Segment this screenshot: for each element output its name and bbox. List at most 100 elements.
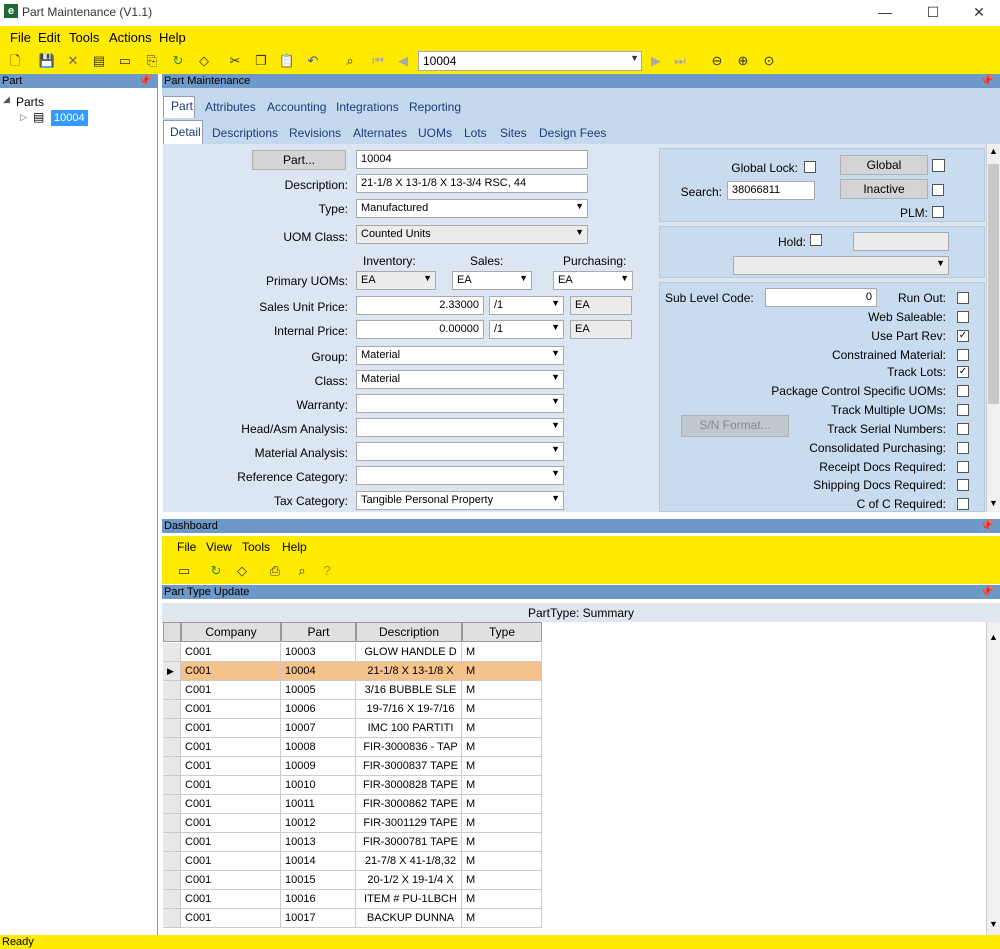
tab-uoms[interactable]: UOMs — [418, 126, 452, 140]
table-row[interactable]: C001 10005 3/16 BUBBLE SLE M — [163, 681, 542, 700]
option-checkbox[interactable] — [957, 442, 969, 454]
purchasing-uom-select[interactable]: EA ▼ — [553, 271, 633, 290]
hold-checkbox[interactable] — [810, 234, 822, 246]
table-row[interactable]: C001 10013 FIR-3000781 TAPE M — [163, 833, 542, 852]
option-checkbox[interactable]: ✓ — [957, 330, 969, 342]
forward-icon[interactable]: ⊕ — [734, 52, 752, 70]
pin-icon[interactable]: 📌 — [980, 519, 994, 533]
description-field[interactable]: 21-1/8 X 13-1/8 X 13-3/4 RSC, 44 — [356, 174, 588, 193]
prev-record-icon[interactable]: ◀ — [394, 52, 412, 70]
group-select[interactable]: Material ▼ — [356, 346, 564, 365]
table-row[interactable]: C001 10007 IMC 100 PARTITI M — [163, 719, 542, 738]
tax-category-select[interactable]: Tangible Personal Property ▼ — [356, 491, 564, 510]
option-checkbox[interactable] — [957, 461, 969, 473]
table-row[interactable]: C001 10003 GLOW HANDLE DM — [163, 643, 542, 662]
row-selector[interactable] — [163, 719, 181, 738]
back-icon[interactable]: ⊖ — [708, 52, 726, 70]
table-row[interactable]: C001 10017 BACKUP DUNNA M — [163, 909, 542, 928]
tab-detail[interactable]: Detail — [170, 125, 201, 139]
col-type[interactable]: Type — [462, 622, 542, 642]
table-row[interactable]: C001 10016 ITEM # PU-1LBCH M — [163, 890, 542, 909]
part-button[interactable]: Part... — [252, 150, 346, 170]
row-selector[interactable] — [163, 871, 181, 890]
table-row[interactable]: C001 10011 FIR-3000862 TAPE M — [163, 795, 542, 814]
scroll-up-icon[interactable]: ▲ — [989, 146, 998, 156]
inactive-checkbox[interactable] — [932, 184, 944, 196]
material-analysis-select[interactable]: ▼ — [356, 442, 564, 461]
option-checkbox[interactable] — [957, 292, 969, 304]
col-description[interactable]: Description — [356, 622, 462, 642]
search-field[interactable]: 38066811 — [727, 181, 815, 200]
inactive-button[interactable]: Inactive — [840, 179, 928, 199]
reference-category-select[interactable]: ▼ — [356, 466, 564, 485]
cut-icon[interactable]: ✂ — [226, 52, 244, 70]
row-selector[interactable] — [163, 738, 181, 757]
internal-price-field[interactable]: 0.00000 — [356, 320, 484, 339]
tab-sites[interactable]: Sites — [500, 126, 527, 140]
dash-menu-help[interactable]: Help — [282, 540, 307, 554]
col-part[interactable]: Part — [281, 622, 356, 642]
part-number-field[interactable]: 10004 — [356, 150, 588, 169]
head-asm-analysis-select[interactable]: ▼ — [356, 418, 564, 437]
copy-icon[interactable]: ❐ — [252, 52, 270, 70]
undo-icon[interactable]: ↶ — [304, 52, 322, 70]
global-lock-checkbox[interactable] — [804, 161, 816, 173]
option-checkbox[interactable] — [957, 479, 969, 491]
minimize-button[interactable]: — — [862, 0, 908, 26]
global-button[interactable]: Global — [840, 155, 928, 175]
row-selector[interactable]: ▶ — [163, 662, 181, 681]
option-checkbox[interactable] — [957, 498, 969, 510]
row-selector[interactable] — [163, 833, 181, 852]
dash-menu-file[interactable]: File — [177, 540, 196, 554]
dash-menu-tools[interactable]: Tools — [242, 540, 270, 554]
scroll-up-icon[interactable]: ▲ — [989, 632, 998, 642]
hold-select[interactable]: ▼ — [733, 256, 949, 275]
maximize-button[interactable]: ☐ — [910, 0, 956, 26]
table-row[interactable]: C001 10012 FIR-3001129 TAPE M — [163, 814, 542, 833]
preview-icon[interactable]: ⌕ — [293, 562, 311, 580]
option-checkbox[interactable] — [957, 311, 969, 323]
tab-design-fees[interactable]: Design Fees — [539, 126, 606, 140]
row-selector[interactable] — [163, 814, 181, 833]
internal-per-select[interactable]: /1 ▼ — [489, 320, 564, 339]
tab-part[interactable]: Part — [171, 99, 193, 113]
help-icon[interactable]: ? — [318, 562, 336, 580]
tab-reporting[interactable]: Reporting — [409, 100, 461, 114]
collapse-icon[interactable]: ◢ — [3, 94, 10, 105]
tree-root-parts[interactable]: Parts — [16, 95, 44, 109]
clear-icon[interactable]: ◇ — [233, 562, 251, 580]
plm-checkbox[interactable] — [932, 206, 944, 218]
tab-integrations[interactable]: Integrations — [336, 100, 399, 114]
option-checkbox[interactable] — [957, 423, 969, 435]
row-selector[interactable] — [163, 643, 181, 662]
table-row[interactable]: C001 10009 FIR-3000837 TAPE M — [163, 757, 542, 776]
scroll-down-icon[interactable]: ▼ — [989, 498, 998, 508]
row-selector[interactable] — [163, 852, 181, 871]
record-search-combo[interactable]: 10004 ▼ — [418, 51, 642, 71]
new-icon[interactable]: 🗋 — [6, 52, 24, 70]
delete-icon[interactable]: ✕ — [64, 52, 82, 70]
refresh-icon[interactable]: ↻ — [169, 52, 187, 70]
row-selector[interactable] — [163, 776, 181, 795]
tab-alternates[interactable]: Alternates — [353, 126, 407, 140]
save-icon[interactable]: 💾 — [38, 52, 56, 70]
tab-attributes[interactable]: Attributes — [205, 100, 256, 114]
col-company[interactable]: Company — [181, 622, 281, 642]
sub-level-code-field[interactable]: 0 — [765, 288, 877, 307]
option-checkbox[interactable]: ✓ — [957, 366, 969, 378]
table-row[interactable]: C001 10010 FIR-3000828 TAPE M — [163, 776, 542, 795]
menu-help[interactable]: Help — [159, 30, 186, 45]
table-row[interactable]: ▶ C001 10004 21-1/8 X 13-1/8 XM — [163, 662, 542, 681]
form-scrollbar[interactable]: ▲ ▼ — [986, 144, 1000, 512]
close-button[interactable]: ✕ — [956, 0, 1000, 26]
option-checkbox[interactable] — [957, 385, 969, 397]
tab-revisions[interactable]: Revisions — [289, 126, 341, 140]
open-icon[interactable]: ▭ — [116, 52, 134, 70]
attach-icon[interactable]: ⎘ — [143, 52, 161, 70]
warranty-select[interactable]: ▼ — [356, 394, 564, 413]
binoculars-icon[interactable]: ⌕ — [341, 52, 359, 70]
menu-actions[interactable]: Actions — [109, 30, 152, 45]
tree-node-10004[interactable]: 10004 — [51, 110, 88, 126]
next-record-icon[interactable]: ▶ — [647, 52, 665, 70]
sn-format-button[interactable]: S/N Format... — [681, 415, 789, 437]
